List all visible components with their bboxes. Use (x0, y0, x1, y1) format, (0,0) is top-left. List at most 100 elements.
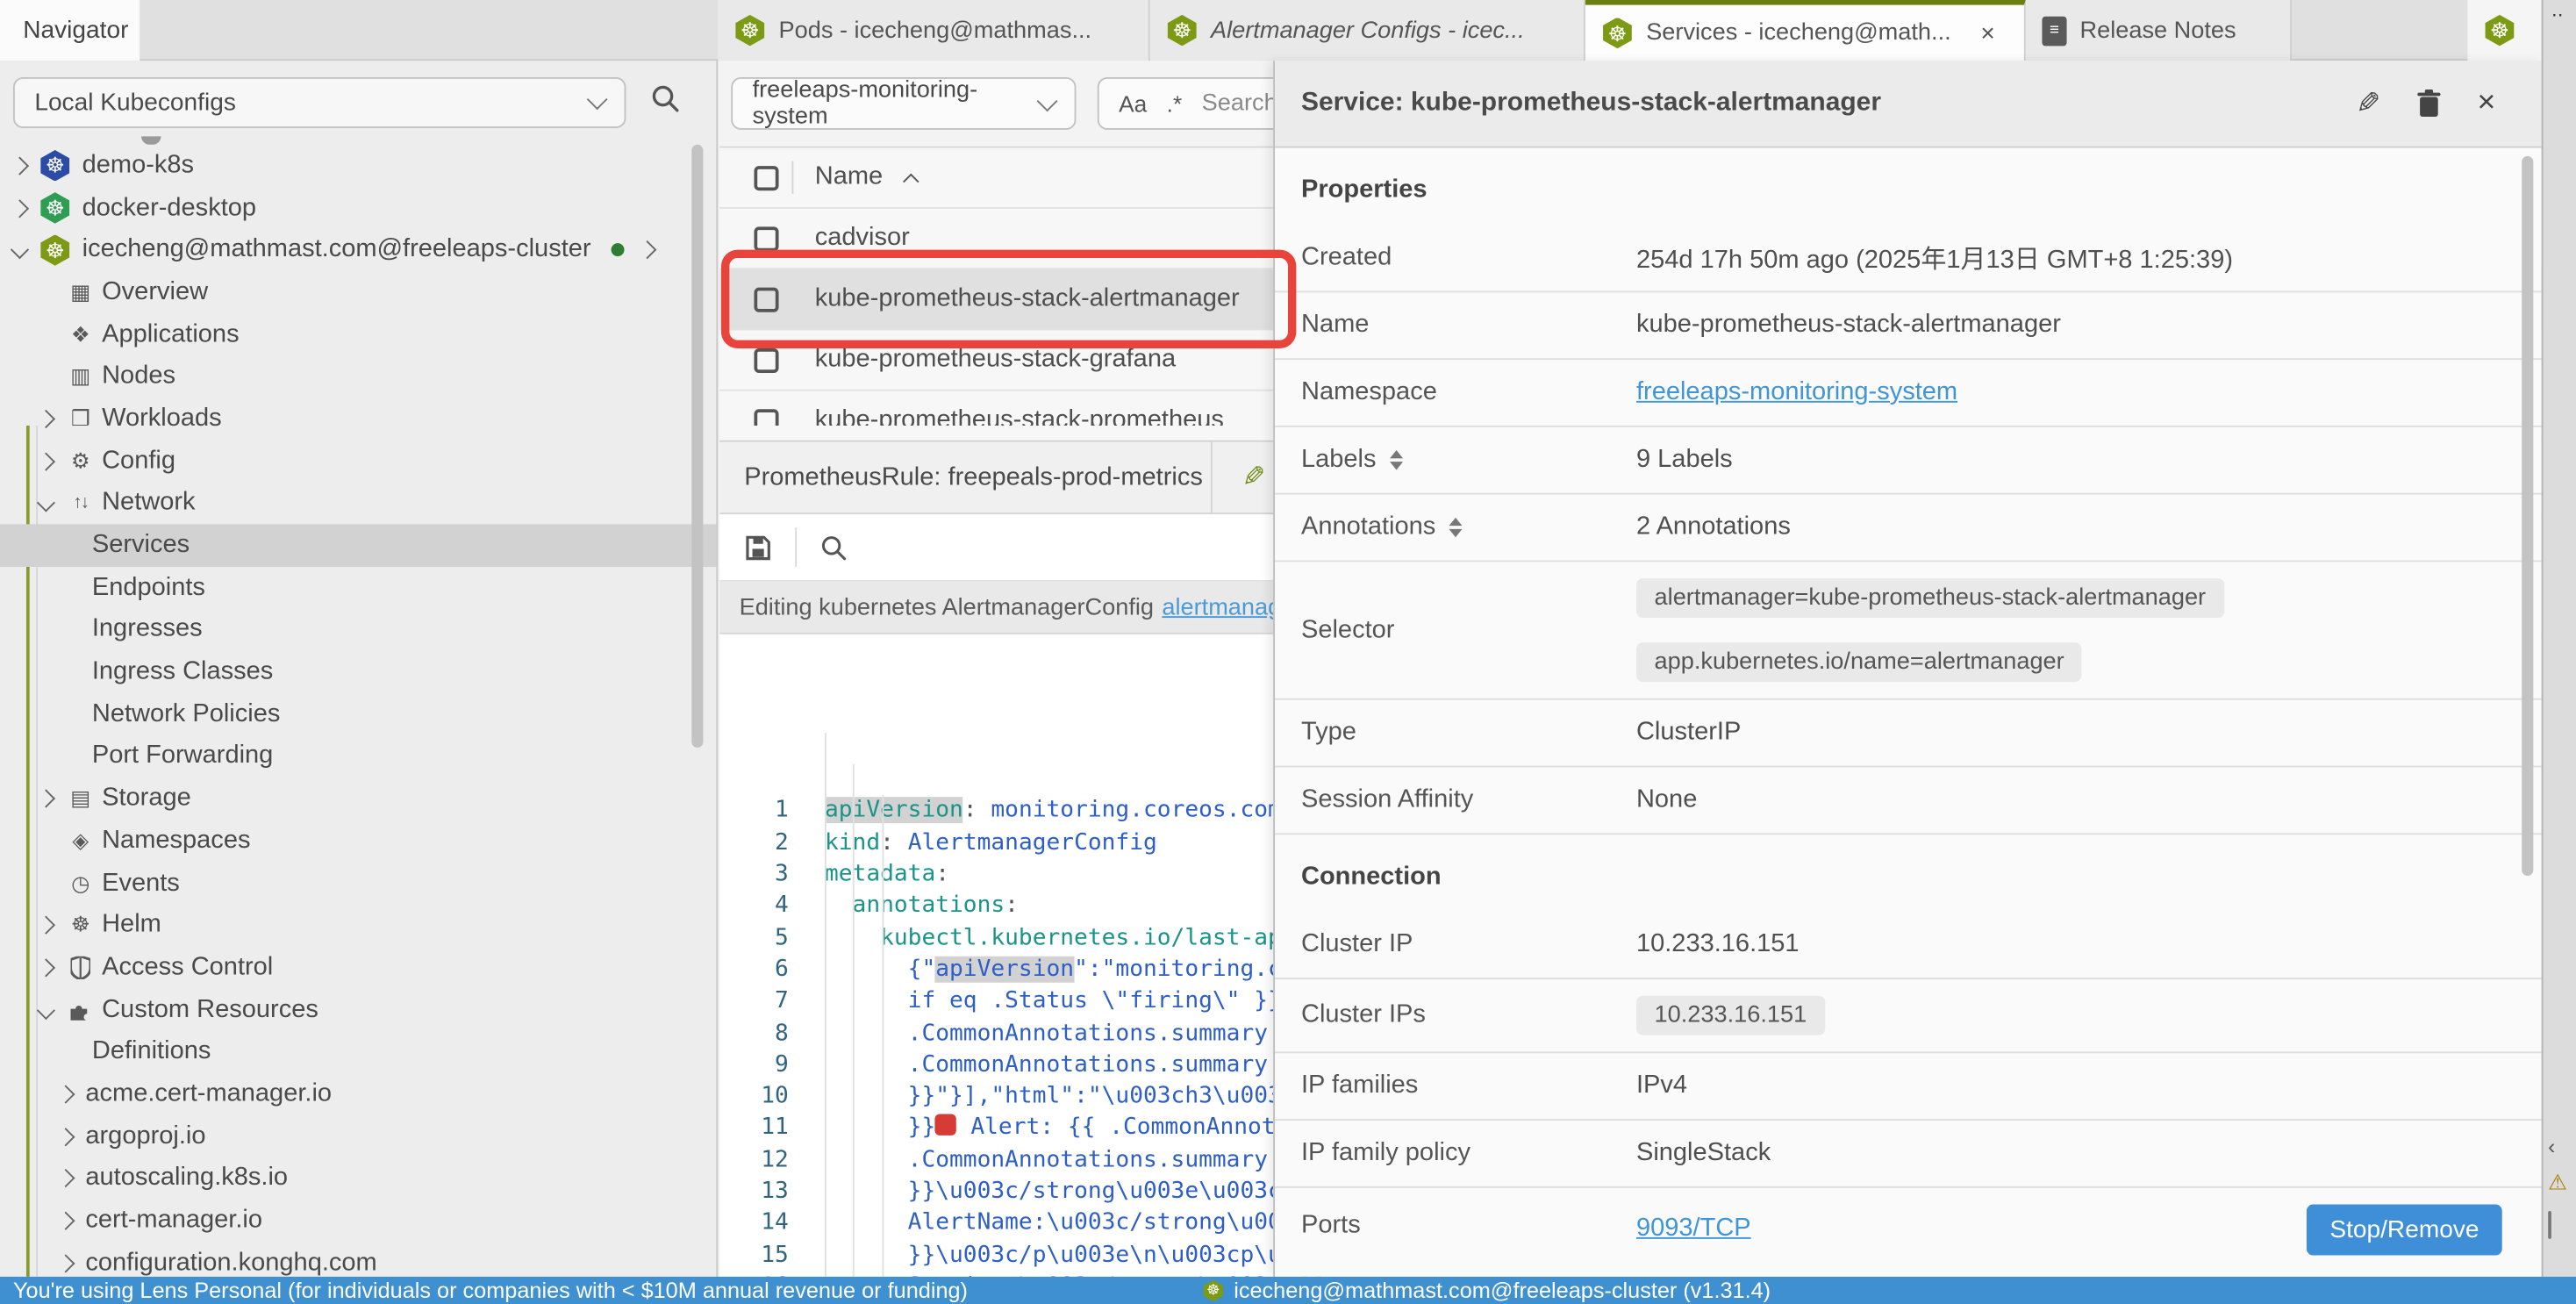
sidebar-item-services[interactable]: Services (0, 525, 718, 567)
network-icon: ↑↓ (66, 493, 96, 512)
code-text: metadata: (825, 859, 949, 891)
chevron-down-icon[interactable] (13, 244, 39, 257)
tab-release-notes[interactable]: ≡Release Notes (2026, 0, 2292, 61)
chevron-right-icon[interactable] (59, 1130, 85, 1143)
tab-services-icecheng-math[interactable]: ☸Services - icecheng@math...× (1585, 0, 2026, 61)
sidebar-item-overview[interactable]: ▦Overview (0, 271, 718, 313)
sidebar-scrollbar[interactable] (691, 145, 703, 748)
sidebar-item-access-control[interactable]: Access Control (0, 947, 718, 989)
sidebar-item-label: Network Policies (92, 699, 281, 729)
warning-icon[interactable]: ⚠ (2548, 1170, 2567, 1196)
sidebar-item-namespaces[interactable]: ◈Namespaces (0, 820, 718, 862)
chevron-right-icon[interactable] (59, 1214, 85, 1228)
chevron-right-icon[interactable] (13, 201, 39, 214)
access-control-icon (66, 957, 96, 979)
row-label: Annotations (1275, 512, 1636, 542)
sidebar-item-nodes[interactable]: ▥Nodes (0, 355, 718, 398)
chip: app.kubernetes.io/name=alertmanager (1636, 642, 2082, 682)
sidebar-item-label: Applications (102, 319, 239, 349)
chevron-right-icon[interactable] (59, 1257, 85, 1270)
sidebar-item-cert-manager-io[interactable]: cert-manager.io (0, 1200, 718, 1242)
tab-pods-icecheng-mathmas[interactable]: ☸Pods - icecheng@mathmas... (718, 0, 1149, 61)
drawer-scrollbar[interactable] (2522, 156, 2533, 876)
close-icon[interactable]: × (2477, 85, 2495, 121)
sidebar-item-endpoints[interactable]: Endpoints (0, 567, 718, 609)
search-icon[interactable] (650, 83, 680, 113)
editor-search-icon[interactable] (819, 534, 848, 562)
chevron-right-icon[interactable] (13, 159, 39, 172)
sidebar-item-ingress-classes[interactable]: Ingress Classes (0, 651, 718, 693)
chevron-down-icon[interactable] (39, 1003, 66, 1016)
service-details-drawer: Service: kube-prometheus-stack-alertmana… (1273, 61, 2542, 1277)
window-icon[interactable] (2548, 1213, 2551, 1237)
delete-trash-icon[interactable] (2416, 89, 2441, 118)
line-number: 4 (719, 892, 789, 923)
sidebar-item-custom-resources[interactable]: Custom Resources (0, 989, 718, 1031)
sidebar-item-port-forwarding[interactable]: Port Forwarding (0, 735, 718, 777)
close-icon[interactable]: × (1980, 19, 1994, 47)
regex-icon[interactable]: .* (1167, 90, 1182, 117)
sidebar-item-acme-cert-manager-io[interactable]: acme.cert-manager.io (0, 1073, 718, 1115)
save-icon[interactable] (744, 534, 772, 562)
sidebar-item-network[interactable]: ↑↓Network (0, 483, 718, 525)
row-checkbox[interactable] (754, 226, 778, 250)
chevron-left-icon[interactable]: ‹ (2548, 1134, 2555, 1158)
active-cluster-status[interactable]: ☸ icecheng@mathmast.com@freeleaps-cluste… (1203, 1279, 1771, 1303)
namespace-link[interactable]: freeleaps-monitoring-system (1636, 378, 1957, 406)
tab-alertmanager-configs-icec[interactable]: ☸Alertmanager Configs - icec... (1150, 0, 1585, 61)
events-icon: ◷ (66, 871, 96, 897)
sort-ascending-icon[interactable] (904, 173, 920, 190)
tab-bar: Navigator ☸Pods - icecheng@mathmas...☸Al… (0, 0, 2576, 61)
chevron-right-icon[interactable] (39, 919, 66, 932)
storage-icon: ▤ (66, 785, 96, 812)
namespace-select[interactable]: freeleaps-monitoring-system (731, 77, 1076, 130)
sidebar-item-definitions[interactable]: Definitions (0, 1031, 718, 1073)
line-number: 11 (719, 1113, 789, 1144)
kubeconfig-select[interactable]: Local Kubeconfigs (13, 77, 626, 128)
match-case-icon[interactable]: Aa (1119, 90, 1147, 117)
port-link-9093-tcp[interactable]: 9093/TCP (1636, 1214, 1751, 1244)
sidebar-item-network-policies[interactable]: Network Policies (0, 693, 718, 735)
sidebar-item-autoscaling-k8s-io[interactable]: autoscaling.k8s.io (0, 1157, 718, 1200)
name-column-header[interactable]: Name (815, 162, 883, 192)
sidebar-item-argoproj-io[interactable]: argoproj.io (0, 1115, 718, 1157)
row-checkbox[interactable] (754, 347, 778, 372)
kubernetes-icon: ☸ (1166, 15, 1198, 47)
overflow-tab[interactable]: ☸ (2467, 0, 2541, 61)
edit-pencil-icon[interactable]: ✎ (2356, 86, 2380, 120)
chevron-right-icon[interactable] (59, 1172, 85, 1186)
sidebar-item-helm[interactable]: ☸Helm (0, 905, 718, 947)
chevron-down-icon[interactable] (39, 497, 66, 510)
section-header-connection: Connection (1275, 835, 2542, 912)
sort-updown-icon[interactable] (1390, 450, 1403, 469)
edit-pencil-icon[interactable]: ✎ (1242, 461, 1266, 493)
sidebar-item-config[interactable]: ⚙Config (0, 440, 718, 482)
document-icon: ≡ (2042, 16, 2066, 46)
sidebar-item-events[interactable]: ◷Events (0, 862, 718, 904)
sidebar-item-demo-k8s[interactable]: ☸demo-k8s (0, 145, 718, 187)
kubernetes-icon: ☸ (1203, 1280, 1224, 1301)
chevron-right-icon[interactable] (59, 1088, 85, 1101)
sidebar-item-applications[interactable]: ❖Applications (0, 313, 718, 355)
sidebar-item-configuration-konghq-com[interactable]: configuration.konghq.com (0, 1242, 718, 1277)
chevron-right-icon[interactable] (640, 235, 654, 265)
sidebar-item-icecheng-mathmast-com-freeleaps-cluster[interactable]: ☸icecheng@mathmast.com@freeleaps-cluster (0, 229, 718, 271)
namespace-select-value: freeleaps-monitoring-system (753, 77, 1041, 130)
tab-label: Pods - icecheng@mathmas... (779, 18, 1092, 44)
navigator-panel-tab[interactable]: Navigator (0, 0, 140, 61)
select-all-checkbox[interactable] (754, 165, 778, 190)
drawer-header: Service: kube-prometheus-stack-alertmana… (1275, 61, 2542, 147)
stop-remove-button[interactable]: Stop/Remove (2307, 1204, 2502, 1255)
chevron-right-icon[interactable] (39, 412, 66, 426)
drawer-row-selector: Selectoralertmanager=kube-prometheus-sta… (1275, 562, 2542, 699)
chevron-right-icon[interactable] (39, 961, 66, 974)
sidebar-item-workloads[interactable]: ❒Workloads (0, 398, 718, 440)
sidebar-item-storage[interactable]: ▤Storage (0, 777, 718, 820)
chevron-right-icon[interactable] (39, 455, 66, 468)
chevron-right-icon[interactable] (39, 792, 66, 806)
sort-updown-icon[interactable] (1449, 518, 1462, 537)
row-value: kube-prometheus-stack-alertmanager (1636, 311, 2061, 340)
sidebar-item-ingresses[interactable]: Ingresses (0, 609, 718, 651)
sidebar-item-docker-desktop[interactable]: ☸docker-desktop (0, 187, 718, 229)
row-checkbox[interactable] (754, 408, 778, 426)
